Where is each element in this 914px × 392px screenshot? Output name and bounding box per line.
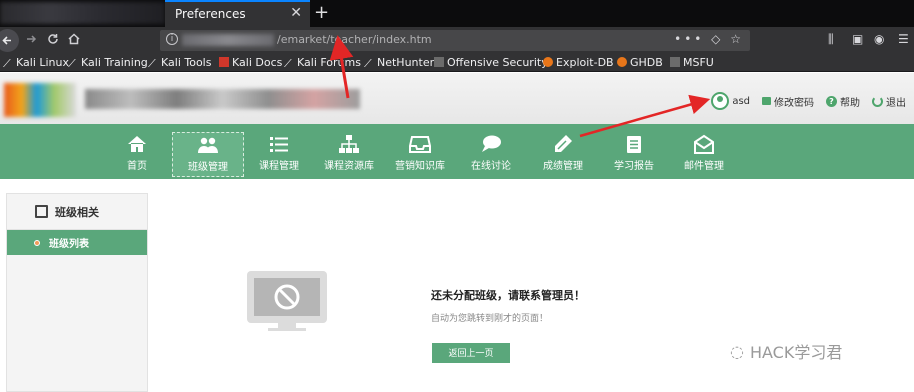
main-nav: 首页 班级管理 课程管理 课程资源库 营销知识库 在线讨论 成绩管理 学习报告 [0, 124, 914, 179]
help-link[interactable]: ? 帮助 [826, 94, 860, 109]
screenshot-root: Preferences ✕ + i /emarket/teacher/index… [0, 0, 914, 392]
power-icon [872, 95, 883, 107]
pencil-icon [555, 135, 572, 152]
browser-nav-bar: i /emarket/teacher/index.htm ••• ◇ ☆ ⫼ ▣… [0, 27, 914, 54]
sidebar: 班级相关 班级列表 [6, 193, 148, 392]
forward-button[interactable] [24, 32, 38, 49]
bookmark-item[interactable]: MSFU [670, 56, 714, 69]
nav-item-course-management[interactable]: 课程管理 [243, 132, 315, 177]
sidebar-section-header: 班级相关 [7, 194, 147, 230]
edit-icon [35, 205, 48, 218]
nav-item-grade-management[interactable]: 成绩管理 [527, 132, 599, 177]
help-icon: ? [826, 95, 837, 107]
nav-item-class-management[interactable]: 班级管理 [172, 132, 244, 177]
go-back-button[interactable]: 返回上一页 [432, 343, 510, 363]
nav-item-home[interactable]: 首页 [101, 132, 173, 177]
close-icon[interactable]: ✕ [290, 5, 302, 21]
bookmarks-toolbar: ⟋ Kali Linux ⟋ Kali Training ⟋ Kali Tools K… [0, 54, 914, 72]
bookmark-item[interactable]: Exploit-DB [543, 56, 614, 69]
url-redacted-host [182, 34, 274, 46]
watermark: ◌ HACK学习君 [730, 341, 843, 363]
url-bar[interactable]: i /emarket/teacher/index.htm ••• ◇ ☆ [160, 30, 750, 51]
bookmark-item[interactable]: Kali Docs [219, 56, 282, 69]
user-avatar-icon [711, 92, 730, 110]
wechat-icon: ◌ [730, 341, 744, 361]
monitor-forbidden-icon [247, 271, 327, 331]
account-icon[interactable]: ◉ [874, 32, 884, 46]
bookmark-item[interactable]: ⟋ Kali Linux [3, 56, 69, 70]
kali-dragon-icon: ⟋ [284, 57, 292, 70]
reload-button[interactable] [46, 32, 60, 49]
redirect-notice: 自动为您跳转到刚才的页面！ [431, 314, 549, 324]
sidebar-toggle-icon[interactable]: ▣ [852, 32, 863, 46]
mail-icon [694, 134, 714, 154]
browser-tab-active[interactable]: Preferences ✕ [165, 0, 310, 27]
bookmark-item[interactable]: Offensive Security [434, 56, 548, 69]
url-text: /emarket/teacher/index.htm [277, 33, 432, 46]
blurred-tabs [0, 2, 165, 24]
tab-title: Preferences [175, 7, 246, 21]
user-links: asd 修改密码 ? 帮助 退出 [711, 91, 906, 111]
chat-bubble-icon [482, 135, 501, 152]
bookmark-star-icon[interactable]: ☆ [730, 32, 744, 46]
nav-item-online-discussion[interactable]: 在线讨论 [455, 132, 527, 177]
bullet-icon [34, 239, 40, 246]
bookmark-item[interactable]: ⟋ Kali Forums [284, 56, 361, 70]
reload-icon [48, 34, 58, 44]
kali-dragon-icon: ⟋ [148, 57, 156, 70]
site-logo-redacted [4, 83, 76, 117]
info-icon[interactable]: i [166, 33, 178, 45]
no-class-message: 还未分配班级，请联系管理员！ [431, 289, 585, 302]
user-name-link[interactable]: asd [711, 92, 750, 110]
change-password-link[interactable]: 修改密码 [762, 94, 814, 109]
library-icon[interactable]: ⫼ [828, 32, 834, 47]
pocket-icon[interactable]: ◇ [711, 32, 723, 46]
list-icon [270, 137, 288, 152]
kali-dragon-icon: ⟋ [68, 57, 76, 70]
bookmark-item[interactable]: GHDB [617, 56, 663, 69]
nav-item-study-report[interactable]: 学习报告 [598, 132, 670, 177]
kali-dragon-icon: ⟋ [3, 57, 11, 70]
arrow-left-icon [2, 36, 11, 45]
bookmark-item[interactable]: ⟋ Kali Training [68, 56, 148, 70]
lock-icon [762, 97, 771, 105]
hierarchy-icon [339, 135, 359, 153]
exploitdb-icon [617, 57, 627, 67]
kali-dragon-icon: ⟋ [364, 57, 372, 70]
browser-tab-strip: Preferences ✕ + [0, 0, 914, 27]
inbox-icon [409, 136, 431, 153]
sidebar-item-class-list[interactable]: 班级列表 [7, 230, 147, 255]
page-actions-menu[interactable]: ••• [674, 32, 704, 46]
back-button[interactable] [0, 29, 19, 52]
menu-icon[interactable]: ☰ [898, 32, 909, 46]
site-header: asd 修改密码 ? 帮助 退出 [0, 73, 914, 124]
nav-item-course-resources[interactable]: 课程资源库 [313, 132, 385, 177]
offsec-icon [670, 57, 680, 67]
clipboard-icon [627, 136, 641, 153]
bookmark-item[interactable]: ⟋ NetHunter [364, 56, 434, 70]
new-tab-button[interactable]: + [314, 2, 329, 23]
arrow-right-icon [27, 35, 37, 43]
home-icon [128, 136, 146, 152]
logout-link[interactable]: 退出 [872, 94, 906, 109]
page-actions[interactable]: ••• ◇ ☆ [674, 32, 744, 46]
kali-docs-icon [219, 57, 229, 67]
offsec-icon [434, 57, 444, 67]
home-button[interactable] [67, 32, 81, 49]
class-people-icon [198, 137, 218, 153]
nav-item-marketing-knowledge[interactable]: 营销知识库 [384, 132, 456, 177]
site-title-redacted [85, 89, 360, 109]
bookmark-item[interactable]: ⟋ Kali Tools [148, 56, 211, 70]
nav-item-mail-management[interactable]: 邮件管理 [668, 132, 740, 177]
exploitdb-icon [543, 57, 553, 67]
home-icon [68, 33, 80, 45]
